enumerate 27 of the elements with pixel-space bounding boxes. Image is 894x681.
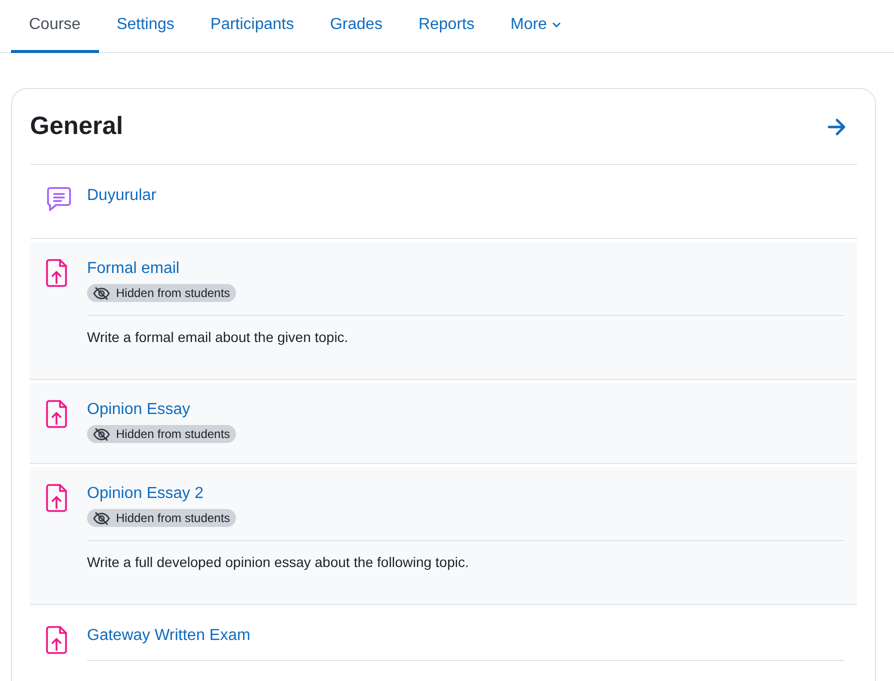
file-upload-icon: [45, 258, 69, 288]
nav-tab[interactable]: More: [492, 0, 579, 53]
activity-link[interactable]: Gateway Written Exam: [87, 625, 250, 647]
nav-tab[interactable]: Participants: [192, 0, 312, 53]
activity-link[interactable]: Opinion Essay: [87, 399, 190, 421]
activity-link[interactable]: Opinion Essay 2: [87, 483, 204, 505]
nav-tab[interactable]: Grades: [312, 0, 400, 53]
chat-icon: [45, 185, 73, 213]
nav-tab[interactable]: Course: [11, 0, 99, 53]
eye-slash-icon: [93, 286, 110, 300]
eye-slash-icon: [93, 428, 110, 440]
arrow-right-icon[interactable]: [827, 118, 847, 136]
activity-link[interactable]: Duyurular: [87, 185, 156, 207]
chevron-down-icon: [552, 22, 561, 28]
nav-tab[interactable]: Reports: [400, 0, 492, 53]
badge-text: Hidden from students: [116, 286, 230, 300]
badge-text: Hidden from students: [116, 511, 230, 525]
file-upload-icon: [45, 625, 69, 655]
activity-description: Write a formal email about the given topic.: [87, 329, 348, 345]
file-upload-icon: [45, 483, 69, 513]
activity-link[interactable]: Formal email: [87, 258, 180, 280]
section-title: General: [30, 112, 124, 141]
activity-description: Write a full developed opinion essay about the following topic.: [87, 554, 469, 570]
nav-tab[interactable]: Settings: [98, 0, 192, 53]
file-upload-icon: [45, 399, 69, 429]
badge-text: Hidden from students: [116, 427, 230, 441]
eye-slash-icon: [93, 512, 110, 524]
